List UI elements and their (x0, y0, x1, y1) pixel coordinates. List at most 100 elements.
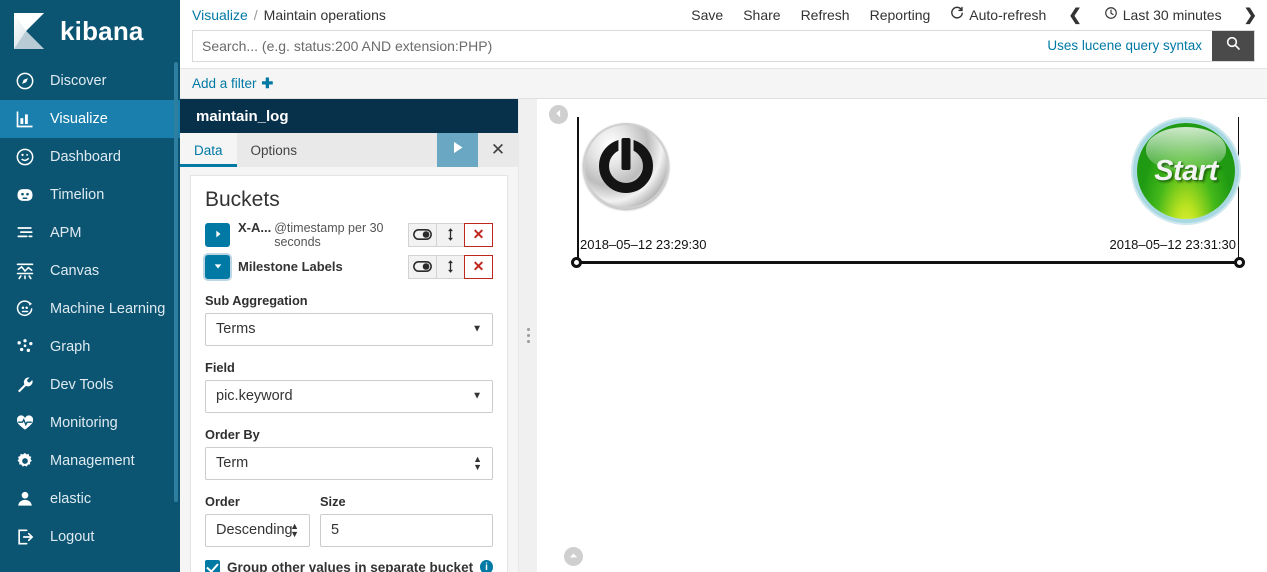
bucket-label: Milestone Labels (238, 259, 401, 274)
timelion-icon (14, 184, 36, 206)
sidebar-item-discover[interactable]: Discover (0, 62, 180, 100)
remove-x-icon[interactable]: ✕ (464, 222, 493, 247)
breadcrumb-visualize[interactable]: Visualize (192, 7, 248, 23)
lucene-syntax-link[interactable]: Uses lucene query syntax (1047, 31, 1212, 61)
bucket-row: X-A... @timestamp per 30 seconds ✕ (205, 220, 493, 248)
info-icon[interactable]: i (480, 560, 493, 572)
remove-x-icon[interactable]: ✕ (464, 254, 493, 279)
bucket-collapse-toggle[interactable] (205, 254, 230, 279)
toggle-switch-icon[interactable] (408, 254, 437, 279)
sidebar-item-logout[interactable]: Logout (0, 518, 180, 556)
sidebar-item-apm[interactable]: APM (0, 214, 180, 252)
machine-learning-icon (14, 298, 36, 320)
search-submit-button[interactable] (1212, 30, 1254, 61)
gear-icon (14, 450, 36, 472)
sidebar-item-visualize[interactable]: Visualize (0, 100, 180, 138)
sidebar-item-monitoring[interactable]: Monitoring (0, 404, 180, 442)
discard-changes-button[interactable]: ✕ (478, 132, 518, 168)
search-icon (1225, 35, 1241, 56)
add-filter-button[interactable]: Add a filter ✚ (192, 75, 273, 92)
top-actions: Save Share Refresh Reporting Auto-refres… (691, 5, 1259, 25)
sidebar-item-elastic-user[interactable]: elastic (0, 480, 180, 518)
apply-changes-button[interactable] (437, 132, 478, 168)
sidebar-item-label: Machine Learning (50, 301, 166, 317)
apm-lines-icon (14, 222, 36, 244)
compass-icon (14, 70, 36, 92)
size-input[interactable] (320, 513, 493, 547)
chevron-left-circle-icon (553, 106, 564, 124)
move-updown-icon[interactable] (436, 222, 465, 247)
sub-aggregation-select[interactable] (205, 312, 493, 346)
sidebar-item-graph[interactable]: Graph (0, 328, 180, 366)
clock-icon (1104, 6, 1118, 23)
chevron-right-icon (213, 226, 223, 244)
sidebar-item-management[interactable]: Management (0, 442, 180, 480)
sidebar-item-label: APM (50, 225, 82, 241)
bucket-name: Milestone Labels (238, 259, 343, 275)
timeline-marker-image-start[interactable] (583, 123, 669, 210)
group-other-label: Group other values in separate bucket (227, 559, 474, 572)
time-prev-button[interactable]: ❮ (1066, 5, 1083, 25)
wrench-icon (14, 374, 36, 396)
panel-splitter[interactable] (519, 99, 537, 572)
bucket-row: Milestone Labels ✕ (205, 254, 493, 279)
group-other-checkbox[interactable] (205, 559, 220, 572)
bucket-detail: @timestamp per 30 seconds (274, 221, 384, 249)
main-region: Visualize / Maintain operations Save Sha… (180, 0, 1267, 572)
timeline-tick-start (577, 117, 579, 261)
editor-tabs: Data Options ✕ (180, 132, 518, 168)
tab-data[interactable]: Data (180, 132, 237, 168)
order-label: Order (205, 493, 240, 509)
heartbeat-icon (14, 412, 36, 434)
save-button[interactable]: Save (691, 7, 723, 23)
move-updown-icon[interactable] (436, 254, 465, 279)
refresh-button[interactable]: Refresh (801, 7, 850, 23)
workspace: maintain_log Data Options ✕ Buckets X-A.… (180, 99, 1267, 572)
plus-icon: ✚ (261, 75, 274, 92)
size-label: Size (320, 493, 346, 509)
sidebar-item-canvas[interactable]: Canvas (0, 252, 180, 290)
brand-name: kibana (60, 15, 144, 46)
bucket-expand-toggle[interactable] (205, 222, 230, 247)
reporting-button[interactable]: Reporting (870, 7, 931, 23)
power-bar (621, 138, 631, 171)
timeline-marker-image-end[interactable]: Start (1137, 123, 1235, 220)
vis-canvas: Start 2018–05–12 23:29:30 2018–05–12 23:… (571, 105, 1245, 572)
collapse-editor-button[interactable] (549, 105, 568, 125)
size-group: Size (320, 480, 493, 547)
sidebar-item-machine-learning[interactable]: Machine Learning (0, 290, 180, 328)
sidebar-item-timelion[interactable]: Timelion (0, 176, 180, 214)
chevron-up-circle-icon (568, 548, 579, 566)
group-other-row[interactable]: Group other values in separate bucket i (205, 559, 493, 572)
sidebar-item-label: Dashboard (50, 149, 121, 165)
dashboard-gauge-icon (14, 146, 36, 168)
tab-options[interactable]: Options (237, 133, 312, 167)
field-select[interactable] (205, 379, 493, 413)
drag-dots-icon (526, 328, 530, 344)
time-next-button[interactable]: ❯ (1242, 5, 1259, 25)
time-picker-button[interactable]: Last 30 minutes (1104, 6, 1222, 23)
order-by-label: Order By (205, 426, 260, 442)
power-button-icon (583, 123, 669, 210)
user-icon (14, 488, 36, 510)
sidebar-item-dashboard[interactable]: Dashboard (0, 138, 180, 176)
collapse-bottom-button[interactable] (564, 547, 583, 566)
sidebar-scrollbar[interactable] (174, 62, 178, 502)
sidebar-item-dev-tools[interactable]: Dev Tools (0, 366, 180, 404)
order-select[interactable] (205, 513, 310, 547)
auto-refresh-button[interactable]: Auto-refresh (950, 6, 1046, 23)
search-input[interactable] (193, 30, 1048, 61)
order-group: Order ▲▼ (205, 480, 310, 547)
order-by-select[interactable] (205, 446, 493, 480)
sub-aggregation-label: Sub Aggregation (205, 292, 308, 308)
share-button[interactable]: Share (743, 7, 780, 23)
toggle-switch-icon[interactable] (408, 222, 437, 247)
bucket-name: X-A... (238, 220, 272, 236)
editor-tab-actions: ✕ (437, 132, 518, 168)
vis-editor-panel: maintain_log Data Options ✕ Buckets X-A.… (180, 99, 519, 572)
bucket-label: X-A... @timestamp per 30 seconds (238, 220, 401, 248)
breadcrumb-current: Maintain operations (263, 6, 386, 23)
play-triangle-icon (449, 139, 466, 161)
brand-home-link[interactable]: kibana (0, 0, 180, 62)
sidebar-item-label: elastic (50, 491, 92, 507)
